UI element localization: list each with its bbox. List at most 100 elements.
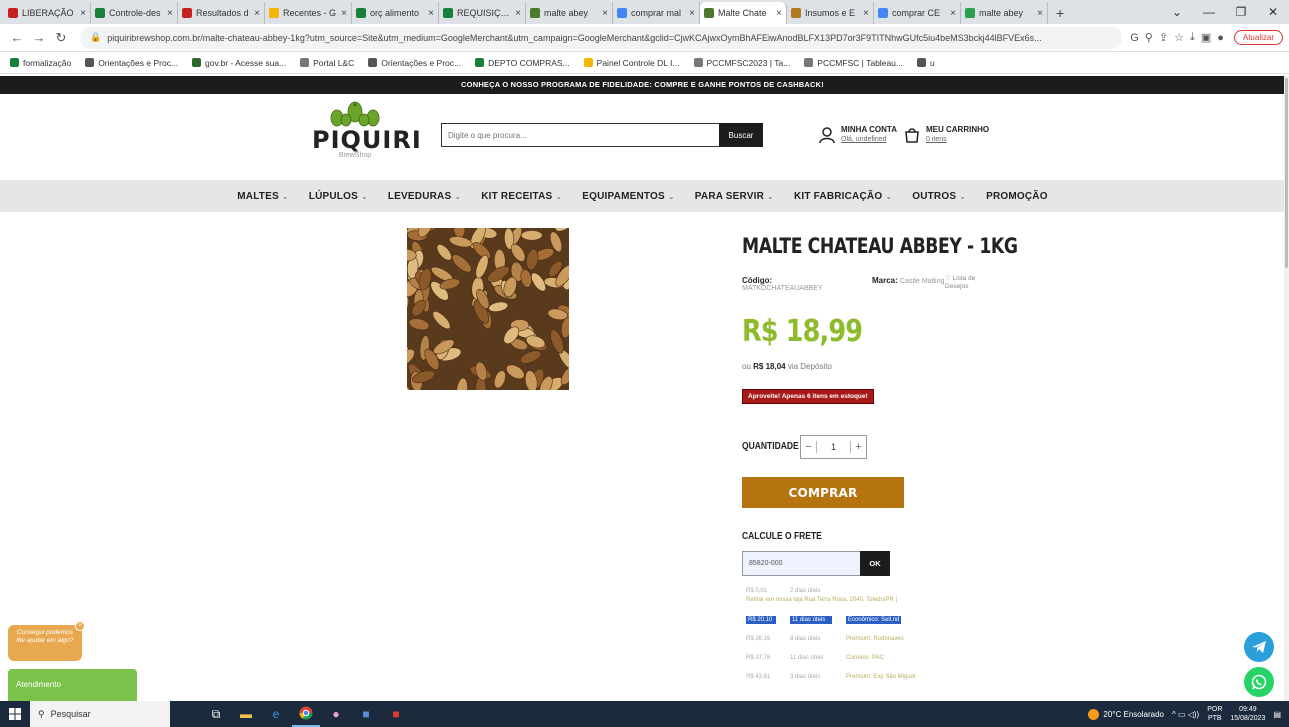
back-icon[interactable]: ← [6, 30, 28, 45]
word-icon[interactable]: ■ [352, 701, 380, 727]
bookmark-item[interactable]: formalização [10, 58, 71, 68]
cep-input[interactable] [742, 551, 860, 576]
chat-prompt-bubble[interactable]: Consegui podemos lhe ajudar em algo? × [8, 621, 85, 661]
quantity-value[interactable]: 1 [817, 442, 850, 452]
url-field[interactable]: 🔒 piquiribrewshop.com.br/malte-chateau-a… [80, 26, 1123, 49]
site-logo[interactable]: PIQUIRI BrewShop [312, 100, 421, 172]
tab-close-icon[interactable]: × [776, 8, 782, 19]
tab-close-icon[interactable]: × [863, 8, 869, 19]
tab-close-icon[interactable]: × [428, 8, 434, 19]
scrollbar-thumb[interactable] [1285, 78, 1288, 268]
zoom-icon[interactable]: ⚲ [1145, 31, 1153, 44]
category-item[interactable]: PROMOÇÃO [986, 191, 1048, 202]
search-input[interactable] [441, 123, 719, 147]
tab-close-icon[interactable]: × [80, 8, 86, 19]
language-indicator[interactable]: POR PTB [1207, 705, 1222, 723]
new-tab-button[interactable]: + [1048, 2, 1072, 24]
chrome-icon[interactable] [292, 701, 320, 727]
browser-tab[interactable]: LIBERAÇÃO × [4, 2, 91, 24]
clock[interactable]: 09:49 15/08/2023 [1230, 705, 1265, 723]
category-item[interactable]: OUTROS ⌄ [912, 191, 966, 202]
tab-close-icon[interactable]: × [602, 8, 608, 19]
tab-close-icon[interactable]: × [689, 8, 695, 19]
notifications-icon[interactable]: ▤ [1273, 710, 1281, 719]
bookmark-item[interactable]: Painel Controle DL I... [583, 58, 680, 68]
browser-tab[interactable]: Recentes - G × [265, 2, 352, 24]
my-cart[interactable]: MEU CARRINHO 0 itens [903, 125, 989, 144]
bookmark-item[interactable]: PCCMFSC2023 | Ta... [693, 58, 790, 68]
tab-search-icon[interactable]: ⌄ [1161, 5, 1193, 19]
taskbar-search[interactable]: ⚲ Pesquisar [30, 701, 170, 727]
share-icon[interactable]: ⇪ [1159, 31, 1168, 44]
download-icon[interactable]: ⤓ [1190, 31, 1195, 44]
wishlist-link[interactable]: ♡ Lista de Desejos [945, 275, 985, 291]
task-view-icon[interactable]: ⧉ [202, 701, 230, 727]
tab-close-icon[interactable]: × [254, 8, 260, 19]
category-item[interactable]: PARA SERVIR ⌄ [695, 191, 774, 202]
browser-tab[interactable]: malte abey × [961, 2, 1048, 24]
account-greeting[interactable]: Olá, undefined [841, 135, 897, 144]
browser-tab[interactable]: comprar CE × [874, 2, 961, 24]
cep-ok-button[interactable]: OK [860, 551, 890, 576]
bookmark-item[interactable]: Portal L&C [300, 58, 354, 68]
tab-close-icon[interactable]: × [515, 8, 521, 19]
tab-close-icon[interactable]: × [950, 8, 956, 19]
edge-icon[interactable]: e [262, 701, 290, 727]
cart-count[interactable]: 0 itens [926, 135, 989, 144]
support-chat-button[interactable]: Atendimento [8, 669, 137, 701]
category-item[interactable]: EQUIPAMENTOS ⌄ [582, 191, 675, 202]
tab-close-icon[interactable]: × [1037, 8, 1043, 19]
shipping-option[interactable]: R$ 43,81 3 dias úteis Premium: Exp São Mig… [746, 667, 966, 686]
decrease-quantity-button[interactable]: − [801, 441, 817, 453]
bookmark-item[interactable]: u [916, 58, 935, 68]
browser-tab[interactable]: comprar mal × [613, 2, 700, 24]
sidepanel-icon[interactable]: ▣ [1201, 31, 1211, 44]
file-explorer-icon[interactable]: ▬ [232, 701, 260, 727]
browser-tab[interactable]: malte abey × [526, 2, 613, 24]
product-image[interactable] [407, 228, 569, 390]
close-icon[interactable]: × [75, 621, 85, 631]
telegram-icon[interactable] [1244, 632, 1274, 662]
buy-button[interactable]: COMPRAR [742, 477, 904, 508]
windows-start-icon[interactable] [0, 701, 30, 727]
shipping-option[interactable]: R$ 0,01 2 dias úteis Retirar em nossa lo… [746, 588, 966, 610]
close-window-button[interactable]: ✕ [1257, 5, 1289, 19]
bookmark-item[interactable]: DEPTO COMPRAS... [475, 58, 570, 68]
browser-tab[interactable]: orç alimento × [352, 2, 439, 24]
tray-icons[interactable]: ^ ▭ ◁)) [1172, 710, 1199, 719]
bookmark-item[interactable]: Orientações e Proc... [85, 58, 178, 68]
category-item[interactable]: LEVEDURAS ⌄ [388, 191, 461, 202]
category-item[interactable]: LÚPULOS ⌄ [309, 191, 368, 202]
profile-avatar-icon[interactable]: ● [1217, 32, 1224, 44]
google-lens-icon[interactable]: G [1130, 32, 1139, 44]
bookmark-star-icon[interactable]: ☆ [1174, 31, 1184, 44]
browser-tab[interactable]: REQUISIÇÃO × [439, 2, 526, 24]
bookmark-item[interactable]: PCCMFSC | Tableau... [804, 58, 903, 68]
search-button[interactable]: Buscar [719, 123, 763, 147]
reload-icon[interactable]: ↻ [50, 30, 72, 46]
bookmark-item[interactable]: gov.br - Acesse sua... [192, 58, 286, 68]
bookmark-item[interactable]: Orientações e Proc... [368, 58, 461, 68]
browser-tab[interactable]: Malte Chate × [700, 2, 787, 24]
tab-close-icon[interactable]: × [341, 8, 347, 19]
tab-close-icon[interactable]: × [167, 8, 173, 19]
maximize-button[interactable]: ❐ [1225, 5, 1257, 19]
acrobat-icon[interactable]: ■ [382, 701, 410, 727]
shipping-option[interactable]: R$ 27,76 11 dias úteis Correios: PAC [746, 648, 966, 667]
shipping-option[interactable]: R$ 20,10 11 dias úteis Econômico: Sell.nd [746, 610, 966, 629]
category-item[interactable]: KIT RECEITAS ⌄ [481, 191, 562, 202]
my-account[interactable]: MINHA CONTA Olá, undefined [818, 125, 897, 144]
whatsapp-icon[interactable] [1244, 667, 1274, 697]
category-item[interactable]: KIT FABRICAÇÃO ⌄ [794, 191, 892, 202]
browser-tab[interactable]: Resultados d × [178, 2, 265, 24]
increase-quantity-button[interactable]: + [850, 441, 866, 453]
minimize-button[interactable]: — [1193, 5, 1225, 19]
forward-icon[interactable]: → [28, 30, 50, 45]
page-scrollbar[interactable] [1284, 76, 1289, 701]
shipping-option[interactable]: R$ 26,16 8 dias úteis Premium: Rodonaves [746, 629, 966, 648]
category-item[interactable]: MALTES ⌄ [237, 191, 288, 202]
weather-widget[interactable]: 20°C Ensolarado [1088, 708, 1164, 720]
browser-tab[interactable]: Controle-des × [91, 2, 178, 24]
browser-tab[interactable]: Insumos e E × [787, 2, 874, 24]
app-icon[interactable]: ● [322, 701, 350, 727]
